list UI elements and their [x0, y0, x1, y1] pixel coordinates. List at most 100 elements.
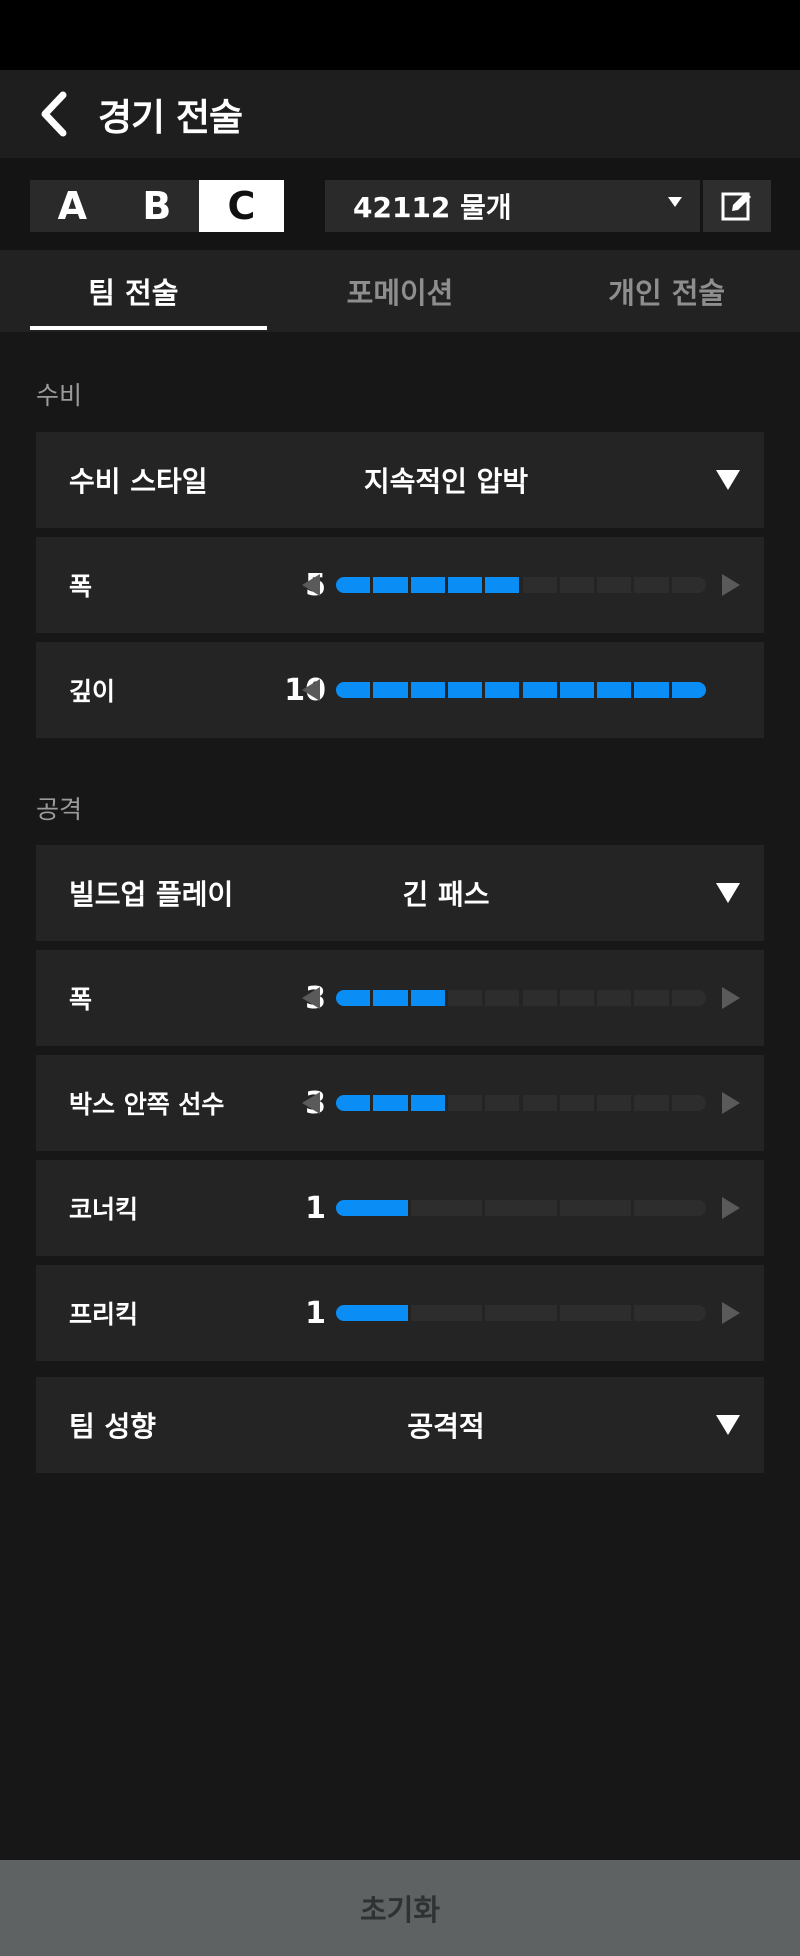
buildup-play-label: 빌드업 플레이 — [69, 878, 234, 911]
defense-section-title: 수비 — [36, 381, 83, 410]
level-segment — [373, 682, 408, 698]
buildup-play-row[interactable]: 빌드업 플레이 긴 패스 — [36, 845, 764, 941]
decrease-arrow-icon[interactable] — [302, 987, 320, 1009]
formation-value: 42112 물개 — [353, 191, 512, 224]
edit-button[interactable] — [703, 180, 771, 232]
level-segment — [410, 1305, 483, 1321]
level-segment — [522, 990, 557, 1006]
attack-section-title: 공격 — [36, 795, 83, 824]
decrease-arrow-icon[interactable] — [302, 574, 320, 596]
level-segment — [559, 1305, 632, 1321]
app-header: 경기 전술 — [0, 70, 800, 158]
decrease-arrow-icon[interactable] — [302, 1092, 320, 1114]
level-segment — [671, 1095, 706, 1111]
tab-individual-tactics[interactable]: 개인 전술 — [533, 250, 800, 332]
level-segment — [559, 577, 595, 593]
defense-depth-bar[interactable] — [336, 682, 706, 698]
corner-kick-bar[interactable] — [336, 1200, 706, 1216]
team-tendency-row[interactable]: 팀 성향 공격적 — [36, 1377, 764, 1473]
increase-arrow-icon[interactable] — [722, 1092, 740, 1114]
level-segment — [485, 1200, 557, 1216]
level-segment — [597, 577, 632, 593]
level-segment — [671, 682, 706, 698]
increase-arrow-icon[interactable] — [722, 574, 740, 596]
team-tendency-label: 팀 성향 — [69, 1410, 157, 1443]
level-segment — [336, 577, 371, 593]
free-kick-value: 1 — [305, 1295, 326, 1331]
level-segment — [559, 990, 595, 1006]
preset-selector: A B C — [30, 180, 284, 232]
tab-team-tactics[interactable]: 팀 전술 — [0, 250, 267, 332]
defense-style-label: 수비 스타일 — [69, 465, 208, 498]
attack-width-bar[interactable] — [336, 990, 706, 1006]
level-segment — [634, 990, 669, 1006]
tab-formation[interactable]: 포메이션 — [267, 250, 534, 332]
level-segment — [634, 1095, 669, 1111]
preset-c-button[interactable]: C — [199, 180, 284, 232]
level-segment — [410, 577, 445, 593]
level-segment — [671, 990, 706, 1006]
level-segment — [373, 990, 408, 1006]
level-segment — [410, 682, 445, 698]
level-segment — [559, 1095, 595, 1111]
box-players-row: 박스 안쪽 선수 3 — [36, 1055, 764, 1151]
level-segment — [447, 990, 483, 1006]
level-segment — [485, 577, 520, 593]
level-segment — [559, 682, 595, 698]
page-title: 경기 전술 — [98, 96, 243, 139]
level-segment — [336, 682, 371, 698]
free-kick-bar[interactable] — [336, 1305, 706, 1321]
level-segment — [485, 1095, 520, 1111]
caret-down-icon — [668, 197, 682, 207]
dropdown-caret-icon[interactable] — [716, 883, 740, 903]
preset-bar: A B C 42112 물개 — [0, 158, 800, 250]
level-segment — [634, 1305, 706, 1321]
increase-arrow-icon[interactable] — [722, 1302, 740, 1324]
level-segment — [336, 990, 371, 1006]
free-kick-label: 프리킥 — [69, 1300, 139, 1329]
level-segment — [485, 1305, 557, 1321]
level-segment — [447, 682, 483, 698]
level-segment — [597, 682, 632, 698]
level-segment — [522, 577, 557, 593]
status-bar — [0, 0, 800, 70]
defense-style-value: 지속적인 압박 — [363, 465, 529, 498]
corner-kick-value: 1 — [305, 1190, 326, 1226]
dropdown-caret-icon[interactable] — [716, 1415, 740, 1435]
reset-button[interactable]: 초기화 — [0, 1860, 800, 1956]
box-players-label: 박스 안쪽 선수 — [69, 1090, 225, 1119]
free-kick-row: 프리킥 1 — [36, 1265, 764, 1361]
preset-b-button[interactable]: B — [115, 180, 200, 232]
level-segment — [671, 577, 706, 593]
edit-icon — [721, 192, 751, 221]
level-segment — [410, 1200, 483, 1216]
increase-arrow-icon[interactable] — [722, 987, 740, 1009]
level-segment — [634, 682, 669, 698]
level-segment — [410, 990, 445, 1006]
level-segment — [522, 682, 557, 698]
level-segment — [485, 682, 520, 698]
defense-width-label: 폭 — [69, 572, 93, 601]
corner-kick-label: 코너킥 — [69, 1195, 139, 1224]
level-segment — [597, 1095, 632, 1111]
level-segment — [410, 1095, 445, 1111]
back-button[interactable] — [22, 83, 84, 145]
level-segment — [485, 990, 520, 1006]
tab-bar: 팀 전술 포메이션 개인 전술 — [0, 250, 800, 332]
formation-dropdown[interactable]: 42112 물개 — [325, 180, 700, 232]
attack-width-row: 폭 3 — [36, 950, 764, 1046]
dropdown-caret-icon[interactable] — [716, 470, 740, 490]
level-segment — [373, 577, 408, 593]
defense-style-row[interactable]: 수비 스타일 지속적인 압박 — [36, 432, 764, 528]
box-players-bar[interactable] — [336, 1095, 706, 1111]
buildup-play-value: 긴 패스 — [402, 878, 490, 911]
level-segment — [373, 1095, 408, 1111]
back-arrow-icon — [41, 91, 67, 137]
decrease-arrow-icon[interactable] — [302, 679, 320, 701]
increase-arrow-icon[interactable] — [722, 1197, 740, 1219]
defense-depth-label: 깊이 — [69, 677, 116, 706]
level-segment — [447, 577, 483, 593]
defense-width-bar[interactable] — [336, 577, 706, 593]
preset-a-button[interactable]: A — [30, 180, 115, 232]
level-segment — [634, 577, 669, 593]
